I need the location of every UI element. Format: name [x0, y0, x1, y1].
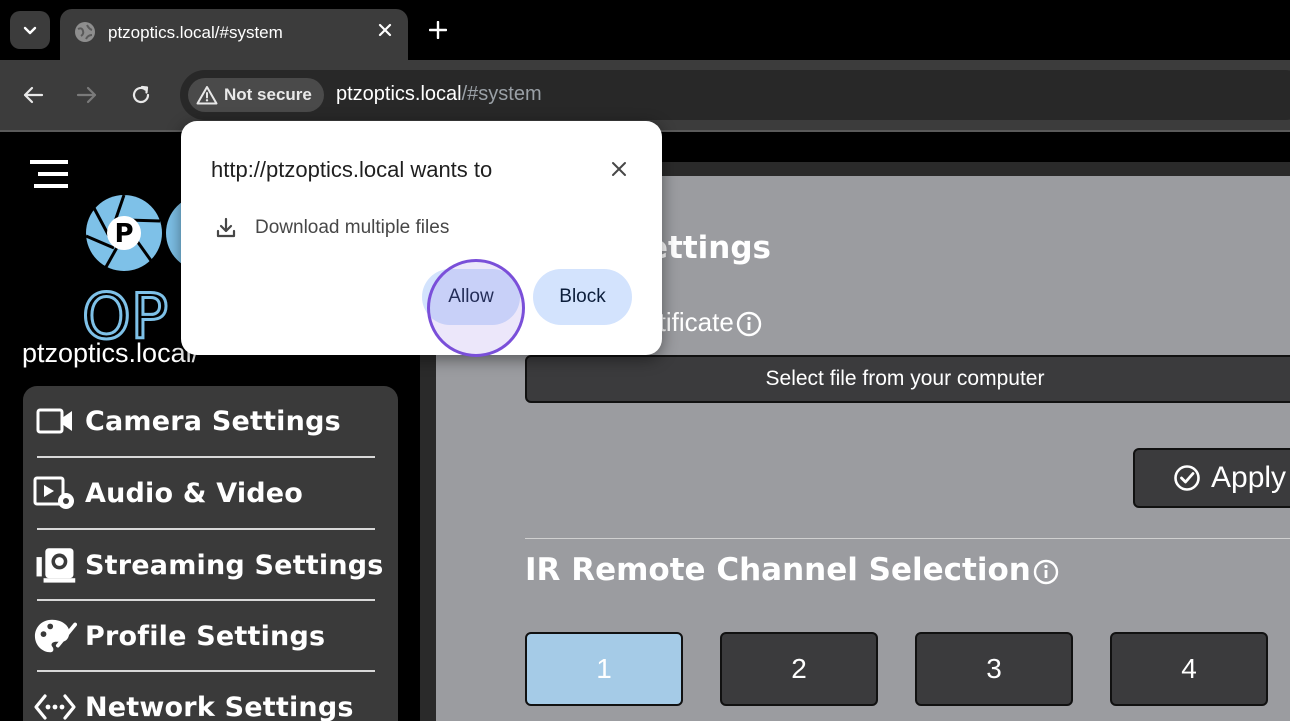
info-icon[interactable] [1033, 559, 1059, 585]
permission-request: Download multiple files [215, 217, 449, 239]
site-name: ptzoptics.local/ [22, 338, 200, 368]
sidebar-item-network-settings[interactable]: Network Settings [33, 672, 385, 721]
download-icon [216, 217, 236, 238]
block-button[interactable]: Block [533, 269, 632, 325]
audio-video-settings-icon [33, 471, 77, 515]
sidebar-item-label: Audio & Video [85, 477, 304, 509]
click-indicator [427, 259, 525, 357]
permission-close-button[interactable] [607, 157, 631, 181]
url-path: /#system [461, 83, 542, 105]
certificate-label: rtificate [650, 307, 762, 338]
permission-popup: http://ptzoptics.local wants to Download… [181, 121, 662, 355]
ir-channel-button-1[interactable]: 1 [525, 632, 683, 706]
globe-icon [75, 22, 95, 42]
apply-label: Apply [1211, 461, 1287, 494]
reload-icon [132, 85, 150, 104]
forward-button[interactable] [70, 78, 104, 112]
security-indicator[interactable]: Not secure [188, 78, 324, 112]
certificate-label-text: rtificate [650, 307, 734, 337]
tab-strip: ptzoptics.local/#system [0, 0, 1290, 60]
permission-title: http://ptzoptics.local wants to [211, 157, 493, 182]
streaming-camera-icon [33, 543, 77, 587]
hamburger-menu-icon[interactable] [30, 160, 68, 190]
close-icon [378, 23, 392, 37]
plus-icon [429, 21, 447, 39]
section-divider [525, 538, 1290, 539]
ir-channel-button-3[interactable]: 3 [915, 632, 1073, 706]
arrow-right-icon [76, 86, 97, 104]
close-icon [612, 162, 626, 176]
sidebar-item-audio-video[interactable]: Audio & Video [33, 458, 385, 528]
ir-remote-title: IR Remote Channel Selection [525, 552, 1059, 588]
tab-close-button[interactable] [374, 19, 396, 41]
reload-button[interactable] [124, 78, 158, 112]
section-title: ettings [647, 230, 771, 266]
video-camera-icon [33, 399, 77, 443]
check-circle-icon [1174, 465, 1200, 491]
sidebar-item-label: Profile Settings [85, 620, 326, 652]
url-host: ptzoptics.local [336, 83, 462, 105]
svg-text:P: P [114, 219, 133, 249]
sidebar-item-profile-settings[interactable]: Profile Settings [33, 601, 385, 671]
sidebar-item-label: Streaming Settings [85, 549, 384, 581]
address-bar[interactable]: Not secure ptzoptics.local/#system [180, 70, 1290, 120]
palette-icon [33, 614, 77, 658]
sidebar-item-camera-settings[interactable]: Camera Settings [33, 386, 385, 456]
sidebar-item-label: Network Settings [85, 691, 354, 721]
info-icon[interactable] [736, 311, 762, 337]
ir-channel-button-4[interactable]: 4 [1110, 632, 1268, 706]
tab-search-button[interactable] [10, 11, 50, 49]
sidebar-item-streaming-settings[interactable]: Streaming Settings [33, 530, 385, 600]
back-button[interactable] [16, 78, 50, 112]
ir-remote-title-text: IR Remote Channel Selection [525, 552, 1031, 588]
ir-channel-button-2[interactable]: 2 [720, 632, 878, 706]
arrow-left-icon [23, 86, 44, 104]
tab-title: ptzoptics.local/#system [108, 23, 283, 42]
sidebar-item-label: Camera Settings [85, 405, 341, 437]
permission-request-label: Download multiple files [255, 217, 450, 238]
new-tab-button[interactable] [424, 16, 452, 44]
url-text[interactable]: ptzoptics.local/#system [336, 83, 542, 106]
security-label: Not secure [224, 85, 312, 104]
apply-button[interactable]: Apply [1133, 448, 1290, 508]
network-icon [33, 685, 77, 721]
sidebar-menu: Camera Settings Audio & Video Streaming … [23, 386, 398, 721]
svg-text:OP: OP [82, 280, 168, 344]
chevron-down-icon [23, 26, 37, 35]
warning-icon [196, 86, 218, 105]
active-tab[interactable]: ptzoptics.local/#system [60, 9, 408, 60]
select-file-button[interactable]: Select file from your computer [525, 355, 1290, 403]
browser-toolbar: Not secure ptzoptics.local/#system [0, 60, 1290, 130]
